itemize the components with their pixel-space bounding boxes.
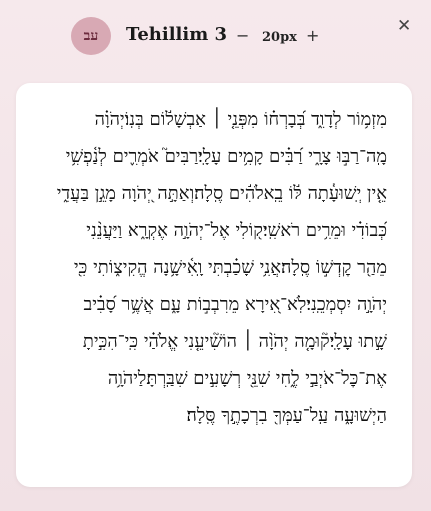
verse-line: מֵהַ֖ר קׇדְשׁ֣וֹ סֶֽלָה׃אֲנִ֥י שָׁכַ֗בְת… (73, 257, 387, 278)
verse-line: מָֽה־רַבּ֣וּ צָרָ֑י רַ֝בִּ֗ים קָמִ֥ים עָ… (65, 146, 387, 167)
chapter-text: מִזְמ֥וֹר לְדָוִ֑ד בְּ֝בָרְח֗וֹ מִפְּנֵ֤… (27, 101, 387, 434)
font-size-value: 20px (262, 30, 297, 45)
verse-line: אֶת־כׇּל־אֹיְבַ֣י לֶ֑חִי שִׁנֵּ֖י רְשָׁע… (107, 368, 387, 389)
page-title: Tehillim 3 (126, 24, 228, 45)
increase-font-button[interactable]: + (306, 26, 319, 46)
reader-header: עב Tehillim 3 − 20px + ✕ (0, 0, 431, 76)
decrease-font-button[interactable]: − (236, 26, 249, 46)
close-icon[interactable]: ✕ (397, 16, 411, 36)
language-toggle-button[interactable]: עב (71, 17, 111, 55)
text-card: מִזְמ֥וֹר לְדָוִ֑ד בְּ֝בָרְח֗וֹ מִפְּנֵ֤… (16, 83, 412, 487)
verse-line: שָׁ֣תוּ עָלָֽי׃ק֘וּמָ֤ה יְהֹוָ֨ה ׀ הוֹשִ… (82, 331, 387, 352)
verse-line: יְהֹוָ֣ה יִסְמְכֵֽנִי׃לֹֽא־אִ֭ירָא מֵרִב… (83, 294, 387, 315)
verse-line: אֵ֤ין יְֽשׁוּעָ֓תָה לּ֬וֹ בֵֽאלֹהִ֬ים סֶ… (56, 183, 387, 204)
verse-line: מִזְמ֥וֹר לְדָוִ֑ד בְּ֝בָרְח֗וֹ מִפְּנֵ֤… (94, 109, 387, 130)
verse-line: הַיְשׁוּעָ֑ה עַֽל־עַמְּךָ֖ בִרְכָתֶ֣ךָ ס… (186, 405, 387, 426)
verse-line: כְּ֝בוֹדִ֗י וּמֵרִ֥ים רֹאשִֽׁי׃ק֭וֹלִי א… (86, 220, 387, 241)
